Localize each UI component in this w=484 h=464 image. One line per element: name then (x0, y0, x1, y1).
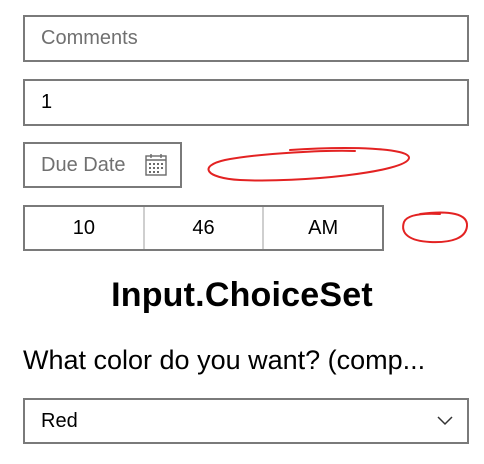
number-value: 1 (41, 91, 53, 113)
chevron-down-icon (437, 416, 453, 426)
choice-set-question: What color do you want? (comp... (23, 345, 426, 375)
choice-set-heading: Input.ChoiceSet (111, 276, 373, 314)
time-picker[interactable]: 10 46 AM (23, 205, 384, 251)
due-date-placeholder: Due Date (41, 153, 126, 176)
calendar-icon (145, 154, 167, 176)
time-period[interactable]: AM (262, 207, 382, 249)
red-scribble-due-date (207, 147, 410, 182)
due-date-picker[interactable]: Due Date (23, 142, 182, 188)
time-hour[interactable]: 10 (25, 207, 143, 249)
number-input[interactable]: 1 (23, 79, 469, 126)
red-scribble-time (402, 211, 468, 244)
color-dropdown-value: Red (41, 409, 78, 432)
comments-placeholder: Comments (41, 27, 138, 49)
time-minute[interactable]: 46 (142, 207, 263, 249)
color-dropdown[interactable]: Red (23, 398, 469, 444)
comments-input[interactable]: Comments (23, 15, 469, 62)
